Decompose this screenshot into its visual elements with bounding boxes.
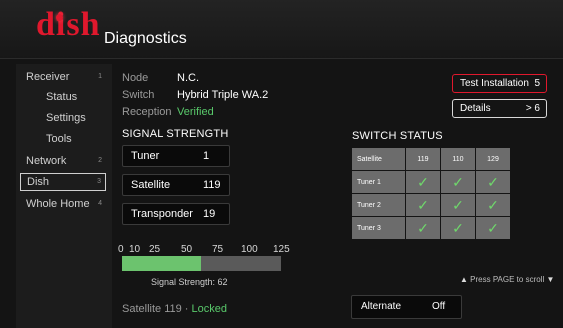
check-icon: ✓ <box>406 171 440 193</box>
check-icon: ✓ <box>406 217 440 239</box>
tuner-value: 1 <box>203 150 210 162</box>
sidebar-item-whole-home[interactable]: Whole Home 4 <box>20 195 106 213</box>
details-label: Details <box>460 103 491 114</box>
sidebar-item-status[interactable]: Status <box>20 88 106 106</box>
switch-value: Hybrid Triple WA.2 <box>177 89 269 101</box>
sidebar-item-label: Receiver <box>26 71 70 83</box>
test-installation-label: Test Installation <box>460 78 529 89</box>
test-installation-key: 5 <box>534 78 540 89</box>
tuner-box: Tuner 1 <box>122 145 230 167</box>
switch-status-heading: SWITCH STATUS <box>352 130 443 142</box>
check-icon: ✓ <box>441 171 475 193</box>
reception-value: Verified <box>177 106 214 118</box>
sidebar-item-number: 2 <box>98 157 102 164</box>
signal-strength-heading: SIGNAL STRENGTH <box>122 128 229 140</box>
table-corner-cell: Satellite <box>352 148 405 170</box>
lock-prefix: Satellite 119 · <box>122 303 192 315</box>
scale-tick-label: 125 <box>273 244 290 255</box>
satellite-value: 119 <box>203 179 221 191</box>
scale-tick-label: 25 <box>149 244 161 255</box>
scroll-up-icon: ▲ <box>460 275 468 284</box>
scale-tick-label: 50 <box>181 244 193 255</box>
satellite-box: Satellite 119 <box>122 174 230 196</box>
table-row-header: Tuner 2 <box>352 194 405 216</box>
check-icon: ✓ <box>476 217 510 239</box>
transponder-box: Transponder 19 <box>122 203 230 225</box>
sidebar-item-label: Dish <box>27 176 50 188</box>
node-label: Node <box>122 72 149 84</box>
sidebar-item-receiver[interactable]: Receiver 1 <box>20 68 106 86</box>
signal-scale: 0 10 25 50 75 100 125 <box>0 244 563 256</box>
satellite-label: Satellite <box>131 179 171 191</box>
sidebar-item-label: Status <box>46 91 78 103</box>
transponder-value: 19 <box>203 208 216 220</box>
diagnostics-screen: dish Diagnostics Receiver 1 Status Setti… <box>0 0 563 328</box>
scale-tick-label: 10 <box>129 244 141 255</box>
sidebar-item-number: 3 <box>97 178 101 185</box>
tuner-label: Tuner <box>131 150 160 162</box>
sidebar-item-dish[interactable]: Dish 3 <box>20 173 106 191</box>
sidebar-item-number: 1 <box>98 73 102 80</box>
table-row: Tuner 3 ✓ ✓ ✓ <box>352 217 510 239</box>
scroll-hint: ▲ Press PAGE to scroll ▼ <box>460 275 554 284</box>
table-row-header: Tuner 3 <box>352 217 405 239</box>
details-button[interactable]: Details > 6 <box>452 99 547 118</box>
lock-status: Satellite 119 · Locked <box>122 303 227 315</box>
signal-strength-bar <box>122 256 281 271</box>
scroll-down-icon: ▼ <box>546 275 555 284</box>
sidebar-item-settings[interactable]: Settings <box>20 109 106 127</box>
reception-label: Reception <box>122 106 172 118</box>
dish-logo: dish <box>36 6 101 43</box>
check-icon: ✓ <box>441 194 475 216</box>
page-title: Diagnostics <box>104 30 187 47</box>
switch-label: Switch <box>122 89 155 101</box>
sidebar-item-tools[interactable]: Tools <box>20 130 106 148</box>
scale-tick-label: 100 <box>241 244 258 255</box>
check-icon: ✓ <box>441 217 475 239</box>
lock-status-value: Locked <box>191 303 227 315</box>
sidebar-item-label: Settings <box>46 112 86 124</box>
sidebar-menu: Receiver 1 Status Settings Tools Network… <box>16 64 112 328</box>
node-value: N.C. <box>177 72 199 84</box>
table-column-header: 110 <box>441 148 475 170</box>
check-icon: ✓ <box>476 171 510 193</box>
alternate-value: Off <box>432 301 446 312</box>
sidebar-item-number: 4 <box>98 200 102 207</box>
sidebar-item-label: Network <box>26 155 67 167</box>
alternate-label: Alternate <box>361 301 402 312</box>
table-row: Tuner 1 ✓ ✓ ✓ <box>352 171 510 193</box>
signal-strength-text: Signal Strength: 62 <box>151 277 228 287</box>
check-icon: ✓ <box>406 194 440 216</box>
scale-tick-label: 0 <box>118 244 124 255</box>
table-row: Tuner 2 ✓ ✓ ✓ <box>352 194 510 216</box>
sidebar-item-network[interactable]: Network 2 <box>20 152 106 170</box>
table-column-header: 119 <box>406 148 440 170</box>
sidebar-item-label: Tools <box>46 133 72 145</box>
switch-status-table: Satellite 119 110 129 Tuner 1 ✓ ✓ ✓ Tune… <box>351 147 511 240</box>
sidebar-item-label: Whole Home <box>26 198 90 210</box>
check-icon: ✓ <box>476 194 510 216</box>
transponder-label: Transponder <box>131 208 193 220</box>
scroll-hint-text: Press PAGE to scroll <box>467 275 547 284</box>
table-row-header: Tuner 1 <box>352 171 405 193</box>
details-key: > 6 <box>525 103 540 114</box>
table-header-row: Satellite 119 110 129 <box>352 148 510 170</box>
test-installation-button[interactable]: Test Installation 5 <box>452 74 547 93</box>
alternate-toggle[interactable]: Alternate Off <box>351 295 462 319</box>
signal-strength-fill <box>122 256 201 271</box>
logo-dot-icon <box>56 14 63 21</box>
table-column-header: 129 <box>476 148 510 170</box>
scale-tick-label: 75 <box>212 244 224 255</box>
header-bar: dish Diagnostics <box>0 0 563 59</box>
